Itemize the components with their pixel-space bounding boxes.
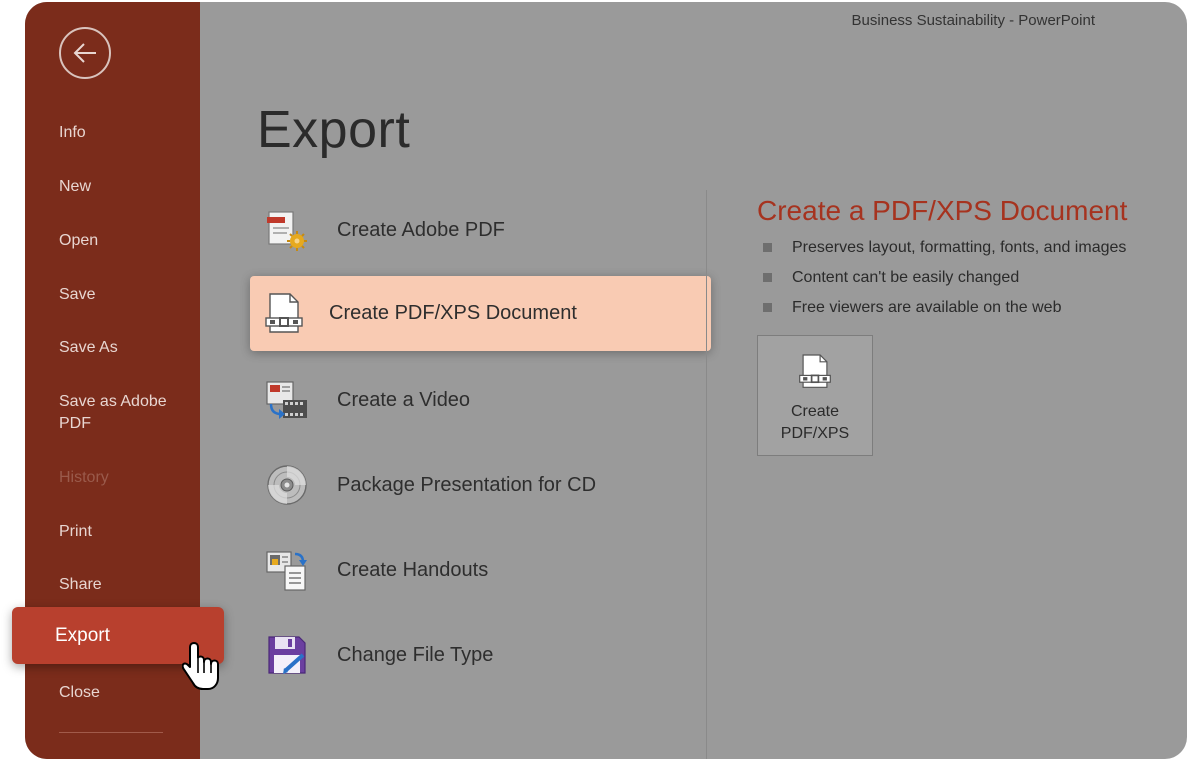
option-package-presentation-for-cd[interactable]: Package Presentation for CD <box>265 453 705 513</box>
page-title: Export <box>257 101 411 159</box>
button-label-line: PDF/XPS <box>780 425 850 442</box>
option-create-pdf-xps-document[interactable]: Create PDF/XPS Document <box>250 276 711 351</box>
sidebar-item-close[interactable]: Close <box>59 682 189 704</box>
sidebar-item-save[interactable]: Save <box>59 284 189 306</box>
option-label: Create a Video <box>337 389 471 411</box>
sidebar-item-new[interactable]: New <box>59 176 189 198</box>
back-button[interactable] <box>59 27 111 79</box>
create-pdf-xps-button-label: Create PDF/XPS <box>758 401 872 445</box>
option-create-handouts[interactable]: Create Handouts <box>265 538 705 598</box>
sidebar-item-share[interactable]: Share <box>59 574 189 596</box>
sidebar-item-info[interactable]: Info <box>59 122 189 144</box>
option-create-a-video[interactable]: Create a Video <box>265 368 705 428</box>
button-label-line: Create <box>790 403 840 420</box>
sidebar-item-open[interactable]: Open <box>59 230 189 252</box>
option-label: Package Presentation for CD <box>337 474 597 496</box>
detail-bullet: Content can't be easily changed <box>763 268 1126 298</box>
option-label: Change File Type <box>337 644 494 666</box>
pdf-xps-document-icon <box>799 354 831 388</box>
detail-bullet-list: Preserves layout, formatting, fonts, and… <box>763 238 1126 328</box>
sidebar-divider <box>59 732 163 733</box>
detail-title: Create a PDF/XPS Document <box>757 195 1128 226</box>
create-pdf-xps-button[interactable]: Create PDF/XPS <box>757 335 873 456</box>
cd-icon <box>267 465 307 505</box>
window-title: Business Sustainability - PowerPoint <box>851 12 1095 29</box>
sidebar-item-save-as[interactable]: Save As <box>59 337 189 359</box>
floppy-save-icon <box>268 636 306 674</box>
option-label: Create Adobe PDF <box>337 219 505 241</box>
pdf-xps-document-icon <box>265 293 303 333</box>
detail-bullet: Free viewers are available on the web <box>763 298 1126 328</box>
sidebar-item-print[interactable]: Print <box>59 521 189 543</box>
adobe-pdf-icon <box>267 211 307 251</box>
back-arrow-icon <box>73 43 96 63</box>
hand-pointer-cursor-icon <box>182 642 219 690</box>
option-change-file-type[interactable]: Change File Type <box>265 623 705 683</box>
option-label: Create Handouts <box>337 559 489 581</box>
sidebar-item-save-as-adobe-pdf[interactable]: Save as Adobe PDF <box>59 391 179 435</box>
content-divider <box>706 190 707 759</box>
video-icon <box>266 381 307 419</box>
detail-bullet: Preserves layout, formatting, fonts, and… <box>763 238 1126 268</box>
option-label: Create PDF/XPS Document <box>329 302 577 324</box>
sidebar-item-history: History <box>59 469 109 486</box>
option-create-adobe-pdf[interactable]: Create Adobe PDF <box>265 198 705 258</box>
handouts-icon <box>266 551 307 591</box>
